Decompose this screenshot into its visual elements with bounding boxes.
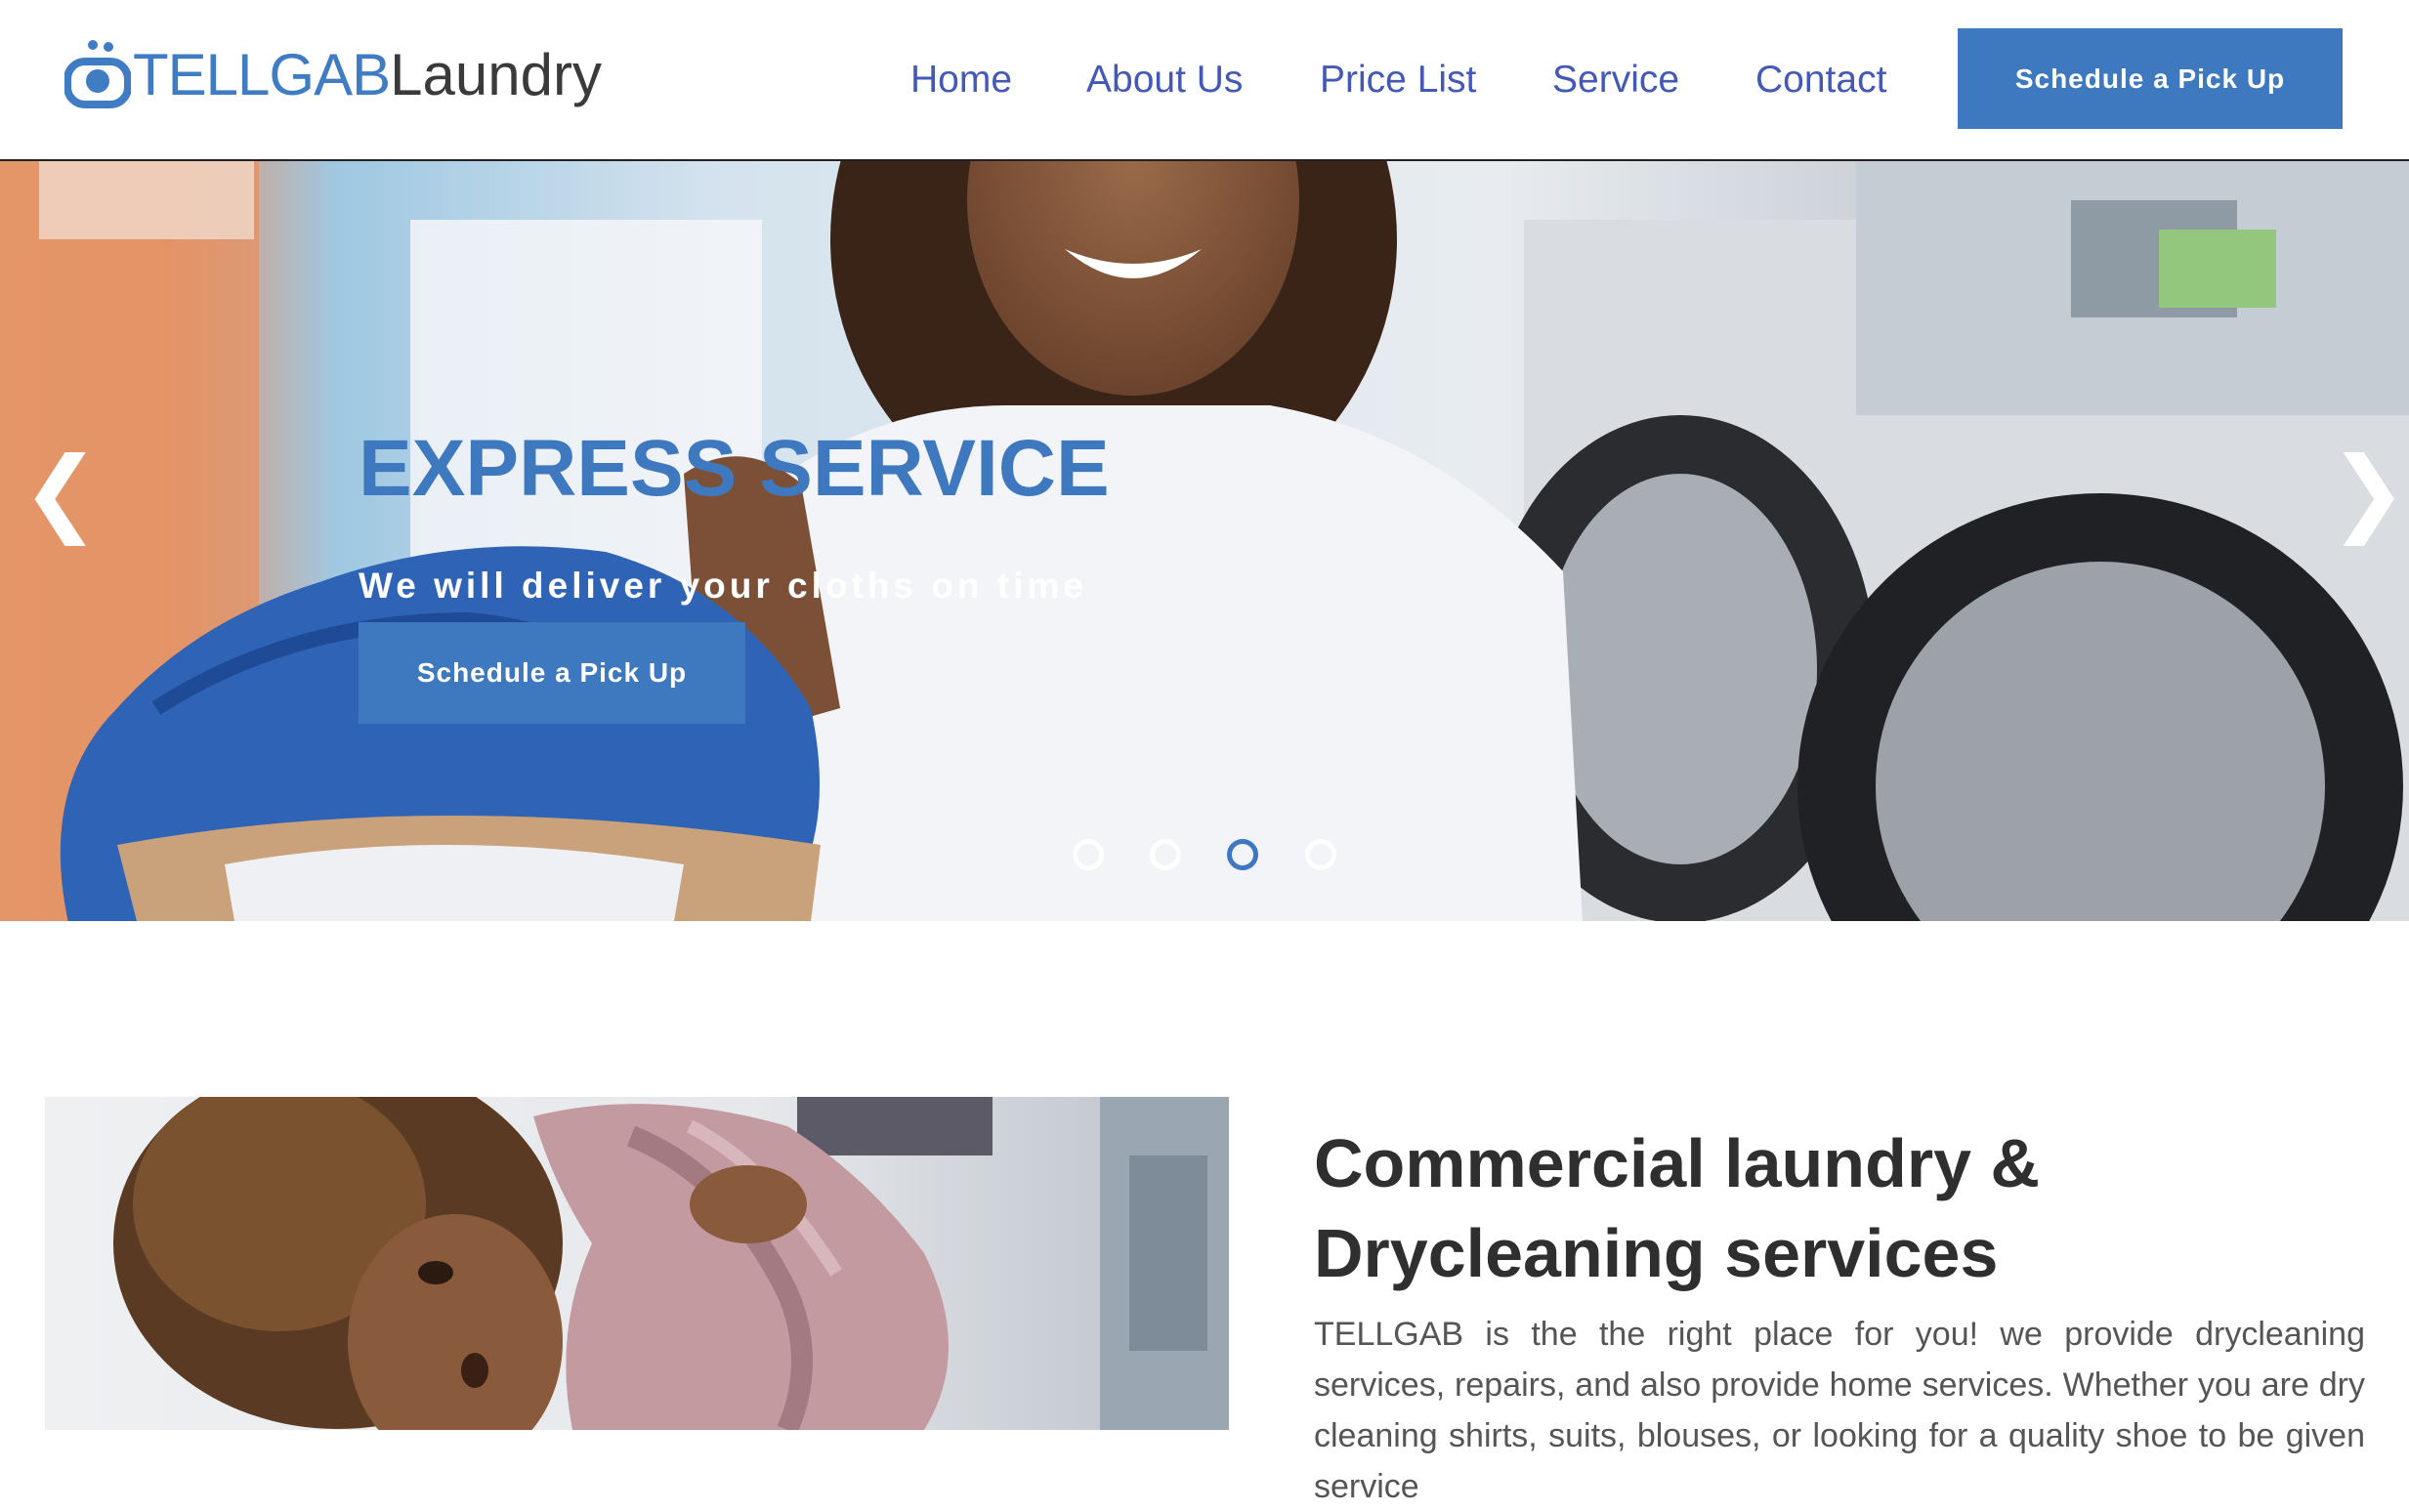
slide-indicator-4[interactable] [1305,839,1336,870]
slide-indicator-3[interactable] [1227,839,1258,870]
schedule-pickup-hero-button[interactable]: Schedule a Pick Up [359,622,745,724]
brand-name: TELLGAB [133,41,391,107]
brand-logo[interactable]: TELLGAB Laundry [64,25,602,123]
slide-indicator-1[interactable] [1073,839,1104,870]
hero-slider: EXPRESS SERVICE We will deliver your clo… [0,161,2409,921]
slide-indicator-2[interactable] [1150,839,1181,870]
hero-background-image [0,161,2409,921]
hero-subtitle: We will deliver your cloths on time [359,566,1087,606]
section-title: Commercial laundry & Drycleaning service… [1314,1125,2040,1291]
site-header: TELLGAB Laundry Home About Us Price List … [0,0,2409,161]
section-body-text: TELLGAB is the the right place for you! … [1314,1316,2365,1505]
washing-machine-logo-icon [64,40,131,108]
schedule-pickup-header-button[interactable]: Schedule a Pick Up [1958,28,2343,129]
nav-service[interactable]: Service [1552,51,1679,109]
laundry-photo [45,1097,1229,1430]
nav-price-list[interactable]: Price List [1320,51,1476,109]
nav-home[interactable]: Home [910,51,1012,109]
brand-suffix: Laundry [390,41,602,107]
nav-contact[interactable]: Contact [1755,51,1886,109]
nav-about-us[interactable]: About Us [1086,51,1243,109]
prev-slide-arrow-icon[interactable]: ❮ [21,444,100,538]
next-slide-arrow-icon[interactable]: ❯ [2329,444,2407,538]
hero-title: EXPRESS SERVICE [359,424,1110,513]
